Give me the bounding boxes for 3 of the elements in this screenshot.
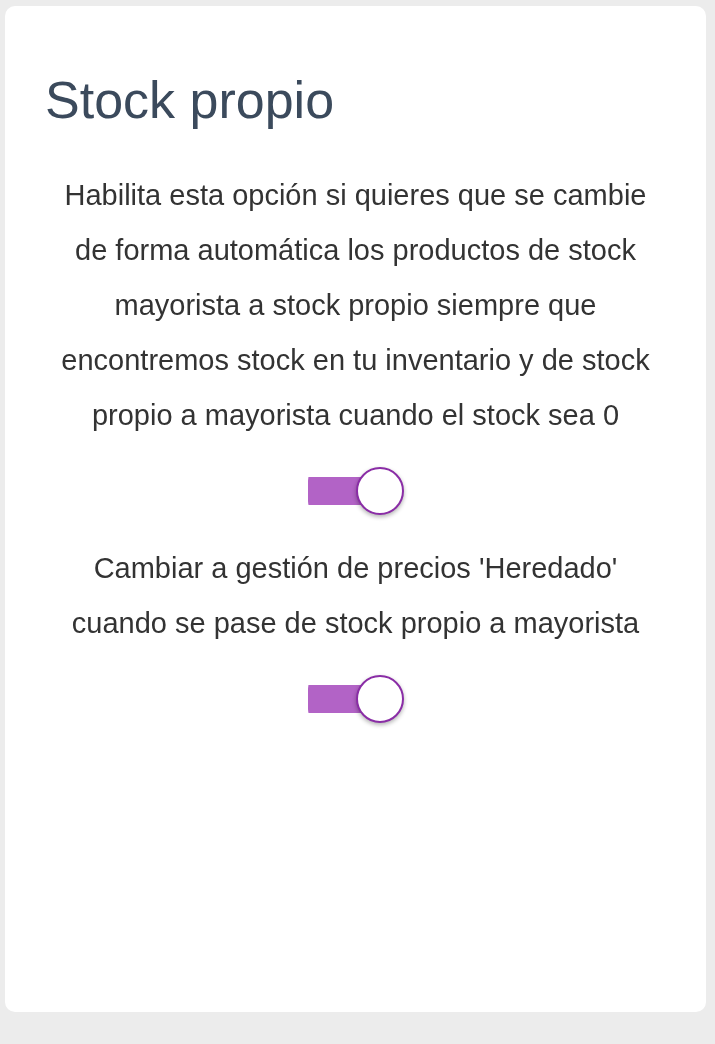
option-description: Habilita esta opción si quieres que se cambie de forma automática los productos de stock mayorista a stock propio siempre que encontremos stock en tu inventario y de stock propio a mayorista cuando el stock sea 0 <box>60 178 651 433</box>
card-title: Stock propio <box>45 70 336 131</box>
option-description: Cambiar a gestión de precios 'Heredado' cuando se pase de stock propio a mayorista <box>70 551 641 641</box>
